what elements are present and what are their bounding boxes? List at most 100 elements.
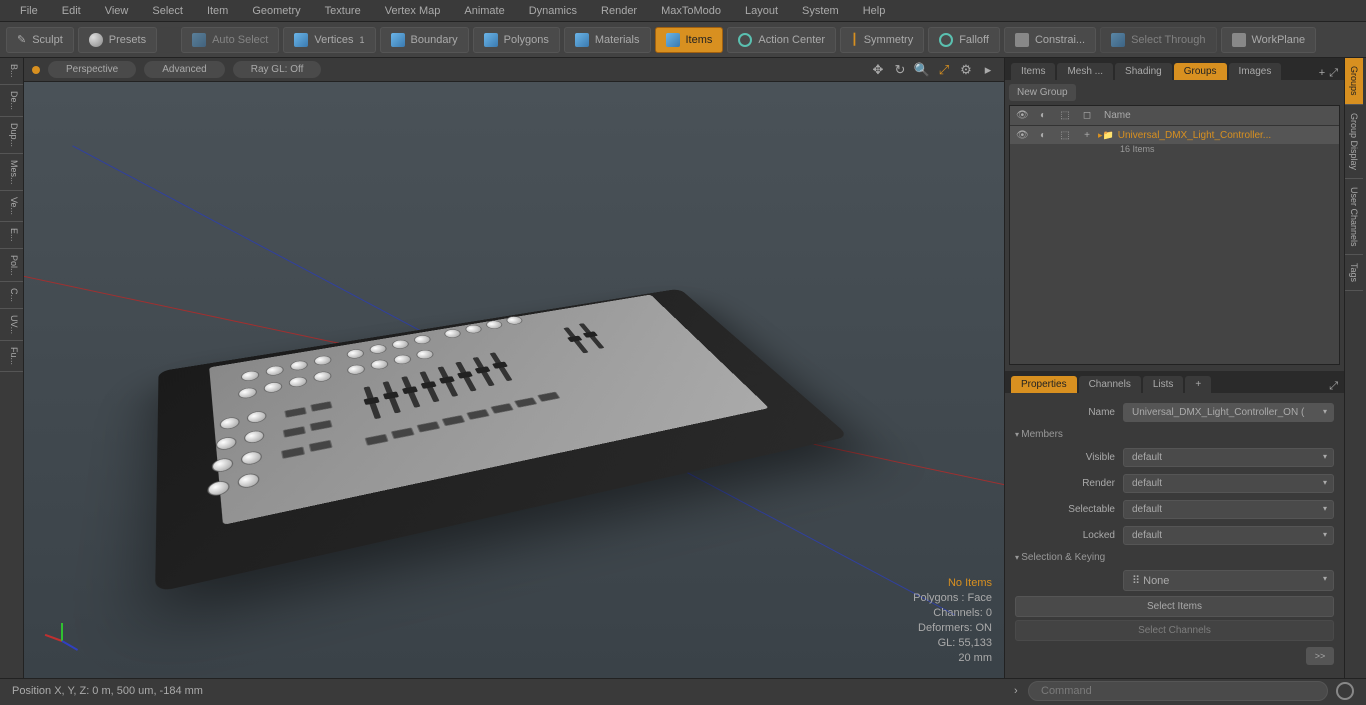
eye-icon[interactable]: 👁 bbox=[1010, 110, 1032, 121]
select-items-button[interactable]: Select Items bbox=[1015, 596, 1334, 617]
zoom-icon[interactable]: 🔍 bbox=[914, 62, 930, 78]
rightside-groups[interactable]: Groups bbox=[1345, 58, 1363, 105]
chevron-right-icon[interactable]: ▸ bbox=[980, 62, 996, 78]
plus-icon[interactable]: + bbox=[1319, 67, 1325, 80]
go-button[interactable]: >> bbox=[1306, 647, 1334, 665]
menu-view[interactable]: View bbox=[93, 5, 141, 17]
menu-item[interactable]: Item bbox=[195, 5, 240, 17]
col-icon[interactable]: ⬚ bbox=[1054, 110, 1076, 121]
rightside-groupdisplay[interactable]: Group Display bbox=[1345, 105, 1363, 179]
move-icon[interactable]: ✥ bbox=[870, 62, 886, 78]
falloff-button[interactable]: Falloff bbox=[928, 27, 1000, 53]
leftbar-tab-3[interactable]: Mes... bbox=[0, 154, 23, 192]
menu-geometry[interactable]: Geometry bbox=[240, 5, 312, 17]
cube-icon bbox=[192, 33, 206, 47]
axis-gizmo[interactable] bbox=[42, 620, 82, 660]
cube-icon bbox=[575, 33, 589, 47]
brush-icon: ✎ bbox=[17, 33, 26, 46]
tab-groups[interactable]: Groups bbox=[1174, 63, 1227, 80]
menu-select[interactable]: Select bbox=[140, 5, 195, 17]
leftbar-tab-1[interactable]: De... bbox=[0, 85, 23, 117]
visible-dropdown[interactable]: default bbox=[1123, 448, 1334, 467]
members-section[interactable]: Members bbox=[1015, 425, 1334, 444]
tab-items[interactable]: Items bbox=[1011, 63, 1055, 80]
sculpt-button[interactable]: ✎Sculpt bbox=[6, 27, 74, 53]
menu-texture[interactable]: Texture bbox=[313, 5, 373, 17]
none-field[interactable]: ⠿ None bbox=[1123, 570, 1334, 591]
viewport-dot-icon[interactable] bbox=[32, 66, 40, 74]
dots-icon: ⠿ bbox=[1132, 575, 1143, 587]
autoselect-button[interactable]: Auto Select bbox=[181, 27, 279, 53]
vertices-button[interactable]: Vertices1 bbox=[283, 27, 375, 53]
leftbar-tab-0[interactable]: B... bbox=[0, 58, 23, 85]
locked-dropdown[interactable]: default bbox=[1123, 526, 1334, 545]
maximize-icon[interactable]: ⤢ bbox=[936, 62, 952, 78]
menu-edit[interactable]: Edit bbox=[50, 5, 93, 17]
viewport-header: Perspective Advanced Ray GL: Off ✥ ↻ 🔍 ⤢… bbox=[24, 58, 1004, 82]
tab-mesh[interactable]: Mesh ... bbox=[1057, 63, 1113, 80]
leftbar-tab-7[interactable]: C... bbox=[0, 282, 23, 309]
leftbar-tab-6[interactable]: Pol... bbox=[0, 249, 23, 283]
tab-shading[interactable]: Shading bbox=[1115, 63, 1172, 80]
chevron-right-icon[interactable]: › bbox=[1014, 685, 1018, 697]
name-input[interactable]: Universal_DMX_Light_Controller_ON ( bbox=[1123, 403, 1334, 422]
select-channels-button[interactable]: Select Channels bbox=[1015, 620, 1334, 641]
cube-icon bbox=[1111, 33, 1125, 47]
selectthrough-button[interactable]: Select Through bbox=[1100, 27, 1216, 53]
rotate-icon[interactable]: ↻ bbox=[892, 62, 908, 78]
tab-images[interactable]: Images bbox=[1229, 63, 1282, 80]
menu-animate[interactable]: Animate bbox=[452, 5, 516, 17]
command-input[interactable]: Command bbox=[1028, 681, 1328, 701]
expand-icon[interactable]: ⤢ bbox=[1329, 380, 1338, 393]
menu-dynamics[interactable]: Dynamics bbox=[517, 5, 589, 17]
tab-channels[interactable]: Channels bbox=[1079, 376, 1141, 393]
viewport-tab-advanced[interactable]: Advanced bbox=[144, 61, 224, 78]
constrain-button[interactable]: Constrai... bbox=[1004, 27, 1096, 53]
viewport-tab-raygl[interactable]: Ray GL: Off bbox=[233, 61, 322, 78]
viewport-3d[interactable]: No Items Polygons : Face Channels: 0 Def… bbox=[24, 82, 1004, 678]
rightside-userchannels[interactable]: User Channels bbox=[1345, 179, 1363, 256]
render-dropdown[interactable]: default bbox=[1123, 474, 1334, 493]
menu-help[interactable]: Help bbox=[851, 5, 898, 17]
col-icon[interactable]: ◻ bbox=[1076, 110, 1098, 121]
menu-render[interactable]: Render bbox=[589, 5, 649, 17]
viewport-tab-perspective[interactable]: Perspective bbox=[48, 61, 136, 78]
record-icon[interactable] bbox=[1336, 682, 1354, 700]
selectable-dropdown[interactable]: default bbox=[1123, 500, 1334, 519]
presets-button[interactable]: Presets bbox=[78, 27, 157, 53]
menu-vertexmap[interactable]: Vertex Map bbox=[373, 5, 453, 17]
items-button[interactable]: Items bbox=[655, 27, 724, 53]
target-icon bbox=[738, 33, 752, 47]
status-position: Position X, Y, Z: 0 m, 500 um, -184 mm bbox=[12, 685, 203, 697]
gear-icon[interactable]: ⚙ bbox=[958, 62, 974, 78]
leftbar-tab-8[interactable]: UV... bbox=[0, 309, 23, 341]
materials-button[interactable]: Materials bbox=[564, 27, 651, 53]
polygons-button[interactable]: Polygons bbox=[473, 27, 560, 53]
menu-layout[interactable]: Layout bbox=[733, 5, 790, 17]
col-icon[interactable]: ◐ bbox=[1032, 110, 1054, 121]
menu-maxtomodo[interactable]: MaxToModo bbox=[649, 5, 733, 17]
col-name: Name bbox=[1098, 110, 1137, 121]
symmetry-button[interactable]: ┃Symmetry bbox=[840, 27, 924, 53]
tab-lists[interactable]: Lists bbox=[1143, 376, 1184, 393]
overlay-gl: GL: 55,133 bbox=[913, 636, 992, 651]
new-group-button[interactable]: New Group bbox=[1009, 84, 1076, 101]
tab-add[interactable]: + bbox=[1185, 376, 1211, 393]
menu-file[interactable]: File bbox=[8, 5, 50, 17]
rightside-tags[interactable]: Tags bbox=[1345, 255, 1363, 291]
boundary-button[interactable]: Boundary bbox=[380, 27, 469, 53]
actioncenter-button[interactable]: Action Center bbox=[727, 27, 836, 53]
leftbar-tab-9[interactable]: Fu... bbox=[0, 341, 23, 372]
workplane-button[interactable]: WorkPlane bbox=[1221, 27, 1317, 53]
leftbar-tab-4[interactable]: Ve... bbox=[0, 191, 23, 222]
mirror-icon: ┃ bbox=[851, 33, 858, 46]
leftbar-tab-2[interactable]: Dup... bbox=[0, 117, 23, 154]
expand-icon[interactable]: ⤢ bbox=[1329, 67, 1338, 80]
tab-properties[interactable]: Properties bbox=[1011, 376, 1077, 393]
group-row[interactable]: 👁◐⬚+ ▸📁 Universal_DMX_Light_Controller..… bbox=[1010, 126, 1339, 144]
leftbar-tab-5[interactable]: E... bbox=[0, 222, 23, 249]
selkeying-section[interactable]: Selection & Keying bbox=[1015, 548, 1334, 567]
group-item-count: 16 Items bbox=[1010, 144, 1339, 154]
visible-label: Visible bbox=[1015, 452, 1115, 463]
menu-system[interactable]: System bbox=[790, 5, 851, 17]
